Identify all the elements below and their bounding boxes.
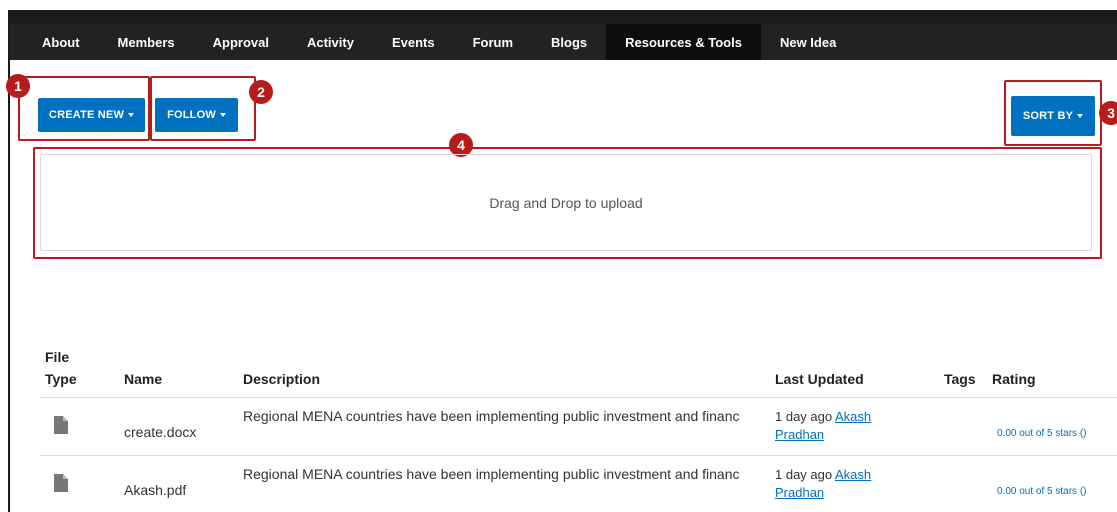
header-rating[interactable]: Rating: [992, 371, 1036, 387]
window-top-margin: [0, 0, 1117, 10]
upload-dropzone[interactable]: Drag and Drop to upload: [40, 154, 1092, 251]
file-rating[interactable]: 0.00 out of 5 stars (): [997, 486, 1087, 497]
file-name-link[interactable]: create.docx: [124, 424, 196, 440]
follow-label: FOLLOW: [167, 109, 216, 121]
row-divider: [40, 455, 1117, 456]
document-icon: [54, 416, 68, 434]
sort-by-button[interactable]: SORT BY: [1011, 96, 1095, 136]
header-file-type-line1: File: [45, 349, 70, 365]
header-name[interactable]: Name: [124, 371, 162, 387]
nav-item-about[interactable]: About: [10, 24, 99, 60]
header-divider: [40, 397, 1117, 398]
nav-item-events[interactable]: Events: [373, 24, 454, 60]
caret-down-icon: [1077, 114, 1084, 118]
caret-down-icon: [128, 113, 135, 117]
updated-time: 1 day ago: [775, 409, 833, 424]
dropzone-text: Drag and Drop to upload: [489, 194, 643, 211]
file-description: Regional MENA countries have been implem…: [243, 408, 740, 424]
create-new-button[interactable]: CREATE NEW: [38, 98, 145, 132]
last-updated: 1 day ago Akash Pradhan: [775, 408, 905, 444]
top-strip: [10, 10, 1117, 24]
nav-item-activity[interactable]: Activity: [288, 24, 373, 60]
nav-item-blogs[interactable]: Blogs: [532, 24, 606, 60]
last-updated: 1 day ago Akash Pradhan: [775, 466, 905, 502]
nav-item-new-idea[interactable]: New Idea: [761, 24, 855, 60]
header-description[interactable]: Description: [243, 371, 320, 387]
header-last-updated[interactable]: Last Updated: [775, 371, 864, 387]
header-file-type-line2: Type: [45, 371, 77, 387]
callout-badge-1: 1: [6, 74, 30, 98]
caret-down-icon: [219, 113, 226, 117]
file-name-link[interactable]: Akash.pdf: [124, 482, 186, 498]
document-icon: [54, 474, 68, 492]
updated-time: 1 day ago: [775, 467, 833, 482]
callout-badge-2: 2: [249, 80, 273, 104]
file-description: Regional MENA countries have been implem…: [243, 466, 740, 482]
nav-item-members[interactable]: Members: [99, 24, 194, 60]
callout-badge-3: 3: [1099, 101, 1117, 125]
main-navigation: About Members Approval Activity Events F…: [10, 24, 1117, 60]
nav-item-forum[interactable]: Forum: [454, 24, 532, 60]
nav-item-resources-tools[interactable]: Resources & Tools: [606, 24, 761, 60]
follow-button[interactable]: FOLLOW: [155, 98, 238, 132]
sort-by-label: SORT BY: [1022, 110, 1074, 122]
create-new-label: CREATE NEW: [48, 109, 125, 121]
nav-item-approval[interactable]: Approval: [194, 24, 288, 60]
header-tags[interactable]: Tags: [944, 371, 976, 387]
file-rating[interactable]: 0.00 out of 5 stars (): [997, 428, 1087, 439]
